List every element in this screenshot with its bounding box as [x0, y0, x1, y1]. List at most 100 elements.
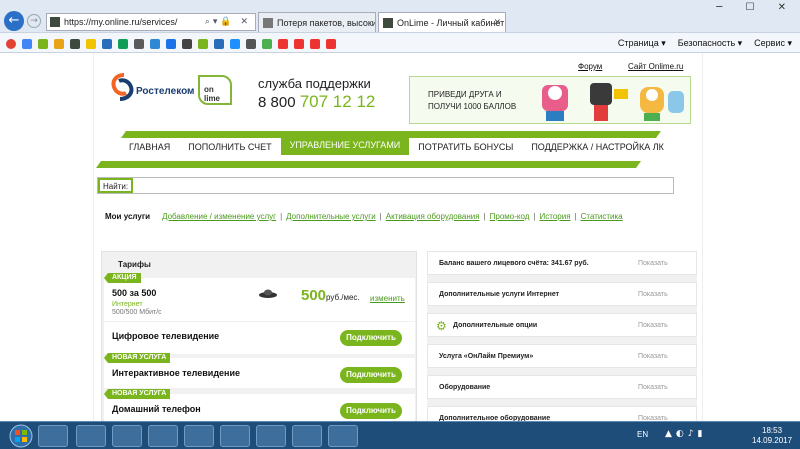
- menu-item-home[interactable]: ГЛАВНАЯ: [120, 139, 179, 155]
- support-phone: 8 800 707 12 12: [258, 92, 375, 112]
- tariff-type: Интернет: [112, 301, 143, 308]
- back-arrow-icon[interactable]: ←: [4, 11, 24, 31]
- favorite-icon[interactable]: [230, 39, 240, 49]
- favorite-icon[interactable]: [134, 39, 144, 49]
- favorite-icon[interactable]: [118, 39, 128, 49]
- tariff-name: 500 за 500: [112, 288, 157, 298]
- favorite-icon[interactable]: [70, 39, 80, 49]
- app-taskbar-icon[interactable]: [328, 425, 358, 447]
- onlime-logo[interactable]: on lime: [198, 75, 232, 105]
- show-link[interactable]: Показать: [638, 353, 668, 360]
- internet-extras-row[interactable]: Дополнительные услуги Интернет Показать: [427, 282, 697, 306]
- favorite-icon[interactable]: [198, 39, 208, 49]
- subnav-separator: |: [533, 212, 536, 221]
- show-link[interactable]: Показать: [638, 291, 668, 298]
- language-indicator[interactable]: EN: [637, 430, 648, 439]
- tariff-speed: 500/500 Мбит/с: [112, 309, 162, 316]
- onlime-site-link[interactable]: Сайт Onlime.ru: [628, 62, 683, 71]
- favorite-icon[interactable]: [54, 39, 64, 49]
- favorite-icon[interactable]: [102, 39, 112, 49]
- show-link[interactable]: Показать: [638, 322, 668, 329]
- address-bar-icons[interactable]: ⌕▾🔒 ✕: [205, 17, 251, 27]
- favorite-icon[interactable]: [6, 39, 16, 49]
- extra-options-row[interactable]: ⚙ Дополнительные опции Показать: [427, 313, 697, 337]
- favorite-icon[interactable]: [166, 39, 176, 49]
- favorite-icon[interactable]: [262, 39, 272, 49]
- favorite-icon[interactable]: [182, 39, 192, 49]
- favorites-bar: Страница ▾ Безопасность ▾ Сервис ▾: [0, 32, 800, 53]
- forward-arrow-icon[interactable]: →: [27, 14, 41, 28]
- start-button-icon[interactable]: [2, 423, 40, 449]
- main-menu: ГЛАВНАЯ ПОПОЛНИТЬ СЧЕТ УПРАВЛЕНИЕ УСЛУГА…: [120, 137, 673, 155]
- subnav-history[interactable]: История: [540, 212, 571, 221]
- equipment-row[interactable]: Оборудование Показать: [427, 375, 697, 399]
- window-controls[interactable]: ─ ☐ ✕: [716, 2, 796, 13]
- tab-label: OnLime - Личный кабинет: [397, 18, 505, 28]
- explorer-taskbar-icon[interactable]: [76, 425, 106, 447]
- favorite-icon[interactable]: [326, 39, 336, 49]
- tray-clock[interactable]: 18:53 14.09.2017: [752, 426, 792, 446]
- row-label: Баланс вашего лицевого счёта: 341.67 руб…: [439, 260, 589, 267]
- account-panel: Баланс вашего лицевого счёта: 341.67 руб…: [427, 251, 697, 430]
- menu-item-services[interactable]: УПРАВЛЕНИЕ УСЛУГАМИ: [280, 137, 410, 155]
- change-tariff-link[interactable]: изменить: [370, 294, 405, 303]
- address-bar[interactable]: https://my.online.ru/services/ ⌕▾🔒 ✕: [46, 13, 256, 31]
- app-taskbar-icon[interactable]: [256, 425, 286, 447]
- balance-row[interactable]: Баланс вашего лицевого счёта: 341.67 руб…: [427, 251, 697, 275]
- main-menu-container: ГЛАВНАЯ ПОПОЛНИТЬ СЧЕТ УПРАВЛЕНИЕ УСЛУГА…: [96, 131, 664, 168]
- tray-icons[interactable]: ▲◐♪▮: [665, 429, 706, 439]
- app-taskbar-icon[interactable]: [220, 425, 250, 447]
- favorite-icon[interactable]: [86, 39, 96, 49]
- favorite-icon[interactable]: [310, 39, 320, 49]
- forum-link[interactable]: Форум: [578, 62, 602, 71]
- connect-button[interactable]: Подключить: [340, 330, 402, 346]
- app-taskbar-icon[interactable]: [292, 425, 322, 447]
- connect-button[interactable]: Подключить: [340, 403, 402, 419]
- search-input[interactable]: Найти:: [97, 177, 674, 194]
- menu-item-topup[interactable]: ПОПОЛНИТЬ СЧЕТ: [179, 139, 280, 155]
- security-menu[interactable]: Безопасность ▾: [678, 38, 742, 49]
- show-link[interactable]: Показать: [638, 384, 668, 391]
- tab-packet-loss[interactable]: Потеря пакетов, высокий пи...: [258, 12, 376, 32]
- tab-label: Потеря пакетов, высокий пи...: [277, 18, 375, 28]
- site-container: Ростелеком on lime служба поддержки 8 80…: [93, 53, 703, 430]
- command-bar: Страница ▾ Безопасность ▾ Сервис ▾: [618, 38, 792, 49]
- subnav-stats[interactable]: Статистика: [581, 212, 623, 221]
- tools-menu[interactable]: Сервис ▾: [754, 38, 792, 49]
- show-link[interactable]: Показать: [638, 260, 668, 267]
- service-name: Интерактивное телевидение: [112, 368, 241, 378]
- search-label: Найти:: [98, 178, 134, 193]
- menu-item-bonuses[interactable]: ПОТРАТИТЬ БОНУСЫ: [409, 139, 522, 155]
- page-menu[interactable]: Страница ▾: [618, 38, 666, 49]
- media-taskbar-icon[interactable]: [112, 425, 142, 447]
- premium-row[interactable]: Услуга «ОнЛайм Премиум» Показать: [427, 344, 697, 368]
- favorite-icon[interactable]: [214, 39, 224, 49]
- subnav-my-services[interactable]: Мои услуги: [105, 212, 150, 221]
- app-taskbar-icon[interactable]: [148, 425, 178, 447]
- close-tab-icon[interactable]: ✕: [493, 17, 501, 28]
- new-service-tag: НОВАЯ УСЛУГА: [103, 389, 171, 399]
- subnav-add-change[interactable]: Добавление / изменение услуг: [162, 212, 276, 221]
- address-text[interactable]: https://my.online.ru/services/: [64, 17, 177, 27]
- favorite-icon[interactable]: [246, 39, 256, 49]
- subnav-additional[interactable]: Дополнительные услуги: [286, 212, 376, 221]
- phone-number: 707 12 12: [299, 92, 376, 111]
- favorite-icon[interactable]: [294, 39, 304, 49]
- subnav-promo[interactable]: Промо-код: [490, 212, 530, 221]
- app-taskbar-icon[interactable]: [184, 425, 214, 447]
- favorite-icon[interactable]: [22, 39, 32, 49]
- promo-text: ПРИВЕДИ ДРУГА И ПОЛУЧИ 1000 БАЛЛОВ: [428, 89, 516, 113]
- clock-time: 18:53: [762, 426, 783, 435]
- menu-item-support[interactable]: ПОДДЕРЖКА / НАСТРОЙКА ЛК: [522, 139, 673, 155]
- promo-banner[interactable]: ПРИВЕДИ ДРУГА И ПОЛУЧИ 1000 БАЛЛОВ: [409, 76, 691, 124]
- favorite-icon[interactable]: [150, 39, 160, 49]
- favorite-icon[interactable]: [278, 39, 288, 49]
- subnav-activation[interactable]: Активация оборудования: [386, 212, 480, 221]
- ie-taskbar-icon[interactable]: [38, 425, 68, 447]
- favorite-icon[interactable]: [38, 39, 48, 49]
- rostelecom-logo-icon[interactable]: [110, 73, 136, 101]
- ufo-icon: [259, 289, 277, 298]
- service-name: Цифровое телевидение: [112, 331, 220, 341]
- tab-onlime[interactable]: OnLime - Личный кабинет ✕: [378, 12, 506, 32]
- connect-button[interactable]: Подключить: [340, 367, 402, 383]
